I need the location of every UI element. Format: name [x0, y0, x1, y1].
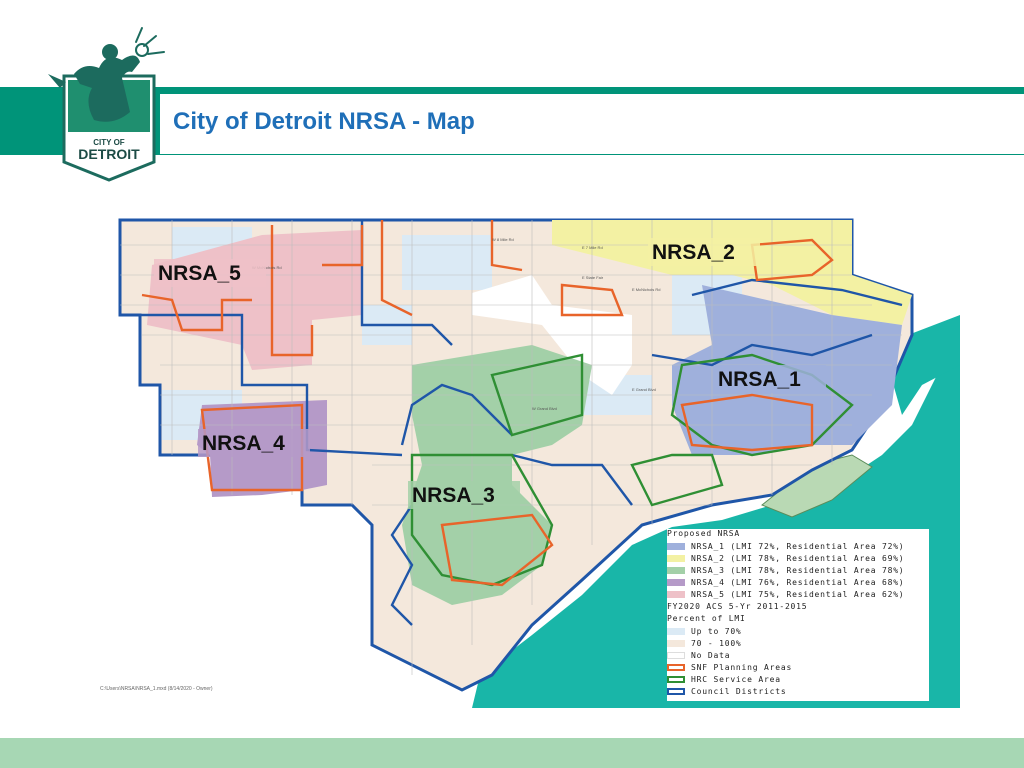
legend-label-70-100: 70 - 100% — [691, 639, 742, 648]
nrsa-2-label: NRSA_2 — [652, 241, 735, 264]
nrsa-3-label: NRSA_3 — [412, 484, 495, 507]
legend-swatch-nrsa-2 — [667, 555, 685, 562]
legend-label-nrsa-4: NRSA_4 (LMI 76%, Residential Area 68%) — [691, 578, 905, 587]
legend-row-nrsa-2: NRSA_2 (LMI 78%, Residential Area 69%) — [667, 553, 904, 564]
nrsa-1-label: NRSA_1 — [718, 368, 801, 391]
page-title: City of Detroit NRSA - Map — [173, 108, 475, 135]
legend-lmi-title: Percent of LMI — [667, 614, 746, 623]
svg-text:E 7 Mile Rd: E 7 Mile Rd — [582, 245, 603, 250]
svg-text:E State Fair: E State Fair — [582, 275, 604, 280]
svg-text:W Grand Blvd: W Grand Blvd — [532, 406, 557, 411]
legend-label-nrsa-5: NRSA_5 (LMI 75%, Residential Area 62%) — [691, 590, 905, 599]
legend-swatch-nrsa-5 — [667, 591, 685, 598]
legend-row-up-to-70: Up to 70% — [667, 626, 742, 637]
legend-row-nrsa-4: NRSA_4 (LMI 76%, Residential Area 68%) — [667, 577, 904, 588]
nrsa-4-label: NRSA_4 — [202, 432, 285, 455]
legend-label-hrc: HRC Service Area — [691, 675, 781, 684]
legend-swatch-council — [667, 688, 685, 695]
legend-swatch-no-data — [667, 652, 685, 659]
legend-label-no-data: No Data — [691, 651, 731, 660]
map-legend: Proposed NRSA NRSA_1 (LMI 72%, Residenti… — [667, 529, 929, 701]
footer-bar — [0, 738, 1024, 768]
svg-text:E Grand Blvd: E Grand Blvd — [632, 387, 656, 392]
spirit-of-detroit-logo-icon: CITY OF DETROIT — [48, 27, 165, 182]
legend-label-nrsa-2: NRSA_2 (LMI 78%, Residential Area 69%) — [691, 554, 905, 563]
legend-swatch-snf — [667, 664, 685, 671]
legend-title: Proposed NRSA — [667, 529, 741, 538]
svg-text:E McNichols Rd: E McNichols Rd — [632, 287, 660, 292]
legend-row-hrc: HRC Service Area — [667, 674, 781, 685]
legend-label-up-to-70: Up to 70% — [691, 627, 742, 636]
legend-row-council: Council Districts — [667, 686, 786, 697]
legend-row-nrsa-1: NRSA_1 (LMI 72%, Residential Area 72%) — [667, 541, 904, 552]
legend-source: FY2020 ACS 5-Yr 2011-2015 — [667, 602, 808, 611]
city-logo: CITY OF DETROIT — [44, 22, 194, 182]
legend-swatch-nrsa-3 — [667, 567, 685, 574]
legend-label-snf: SNF Planning Areas — [691, 663, 793, 672]
nrsa-5-label: NRSA_5 — [158, 262, 241, 285]
legend-row-nrsa-3: NRSA_3 (LMI 78%, Residential Area 78%) — [667, 565, 904, 576]
legend-label-nrsa-3: NRSA_3 (LMI 78%, Residential Area 78%) — [691, 566, 905, 575]
legend-label-council: Council Districts — [691, 687, 787, 696]
legend-swatch-nrsa-1 — [667, 543, 685, 550]
map-file-path: C:\Users\NRSA\NRSA_1.mxd (8/14/2020 - Ow… — [100, 686, 213, 692]
legend-swatch-70-100 — [667, 640, 685, 647]
legend-label-nrsa-1: NRSA_1 (LMI 72%, Residential Area 72%) — [691, 542, 905, 551]
legend-row-70-100: 70 - 100% — [667, 638, 742, 649]
svg-text:W 8 Mile Rd: W 8 Mile Rd — [492, 237, 514, 242]
logo-line-2: DETROIT — [78, 146, 140, 162]
legend-swatch-nrsa-4 — [667, 579, 685, 586]
legend-swatch-hrc — [667, 676, 685, 683]
legend-row-snf: SNF Planning Areas — [667, 662, 792, 673]
legend-row-nrsa-5: NRSA_5 (LMI 75%, Residential Area 62%) — [667, 589, 904, 600]
legend-swatch-up-to-70 — [667, 628, 685, 635]
legend-row-no-data: No Data — [667, 650, 730, 661]
